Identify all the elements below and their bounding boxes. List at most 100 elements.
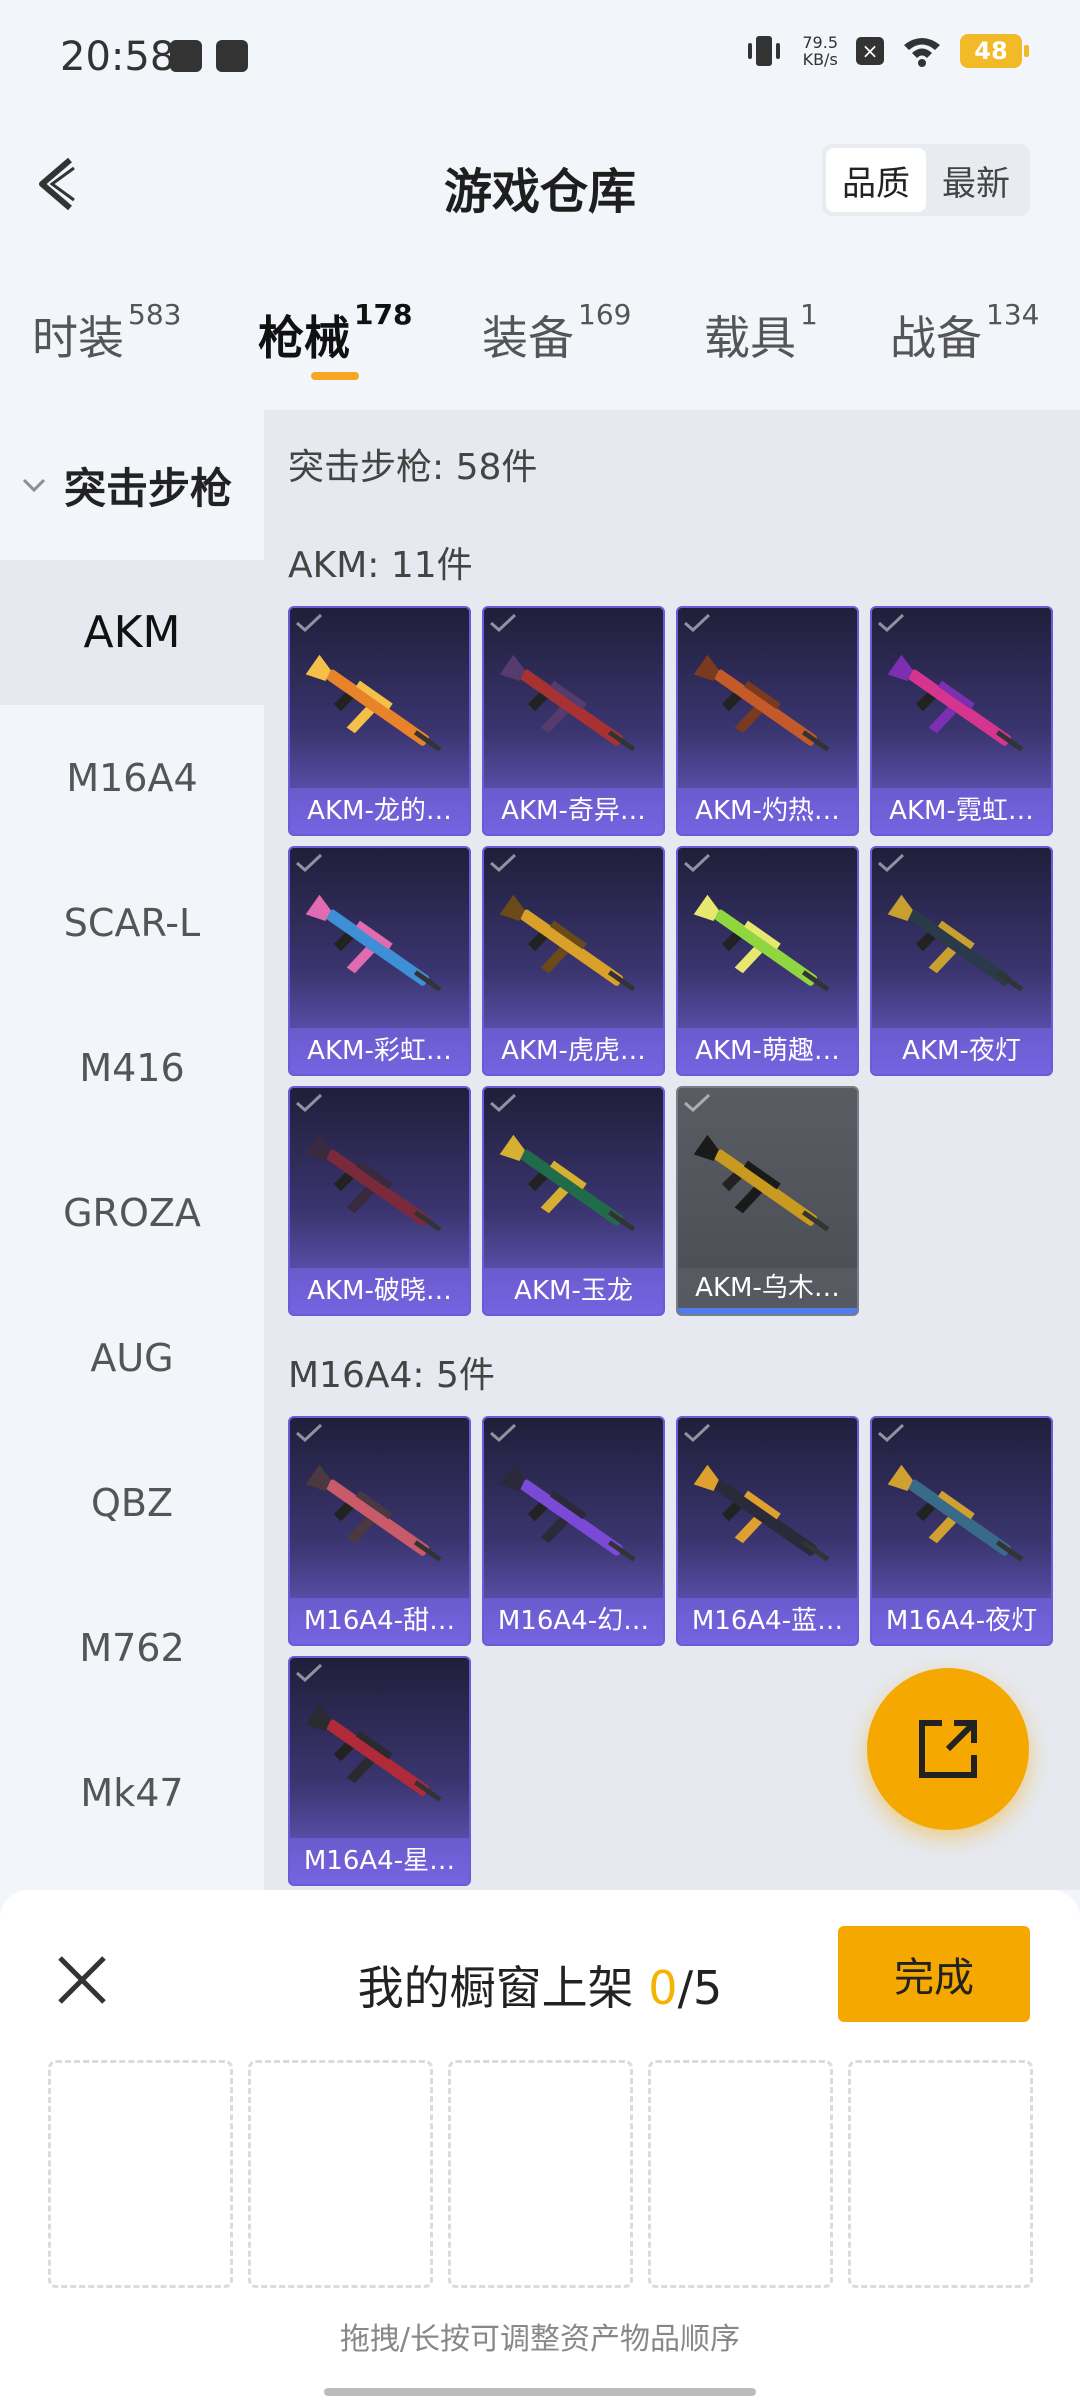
group-title-m16a4: M16A4: 5件: [288, 1355, 495, 1396]
item-label: M16A4-甜…: [290, 1598, 469, 1644]
tab-supplies[interactable]: 战备 134: [890, 298, 1039, 368]
showcase-slot[interactable]: [248, 2060, 433, 2288]
gun-skin-image: [693, 1134, 830, 1232]
check-icon[interactable]: [682, 1422, 712, 1444]
sort-newest-button[interactable]: 最新: [926, 148, 1026, 212]
check-icon[interactable]: [488, 1092, 518, 1114]
header: 游戏仓库 品质 最新: [0, 140, 1080, 220]
item-card[interactable]: AKM-破晓…: [288, 1086, 471, 1316]
sidebar-item-groza[interactable]: GROZA: [0, 1140, 264, 1285]
item-card[interactable]: M16A4-星…: [288, 1656, 471, 1886]
gun-skin-image: [305, 1704, 442, 1802]
sidebar-category[interactable]: 突击步枪: [0, 410, 264, 560]
showcase-slot[interactable]: [448, 2060, 633, 2288]
sidebar-item-mk47[interactable]: Mk47: [0, 1720, 264, 1865]
gun-skin-image: [693, 654, 830, 752]
check-icon[interactable]: [488, 852, 518, 874]
item-card[interactable]: AKM-乌木…: [676, 1086, 859, 1316]
check-icon[interactable]: [876, 612, 906, 634]
check-icon[interactable]: [294, 1422, 324, 1444]
showcase-slot[interactable]: [648, 2060, 833, 2288]
tab-guns[interactable]: 枪械 178: [258, 298, 412, 368]
check-icon[interactable]: [488, 612, 518, 634]
reorder-hint: 拖拽/长按可调整资产物品顺序: [339, 2322, 741, 2357]
item-label: AKM-彩虹…: [290, 1028, 469, 1074]
gun-skin-image: [305, 1134, 442, 1232]
tab-vehicles[interactable]: 载具 1: [704, 298, 818, 368]
check-icon[interactable]: [294, 612, 324, 634]
item-label: M16A4-夜灯: [872, 1598, 1051, 1644]
gun-skin-image: [499, 894, 636, 992]
sidebar-item-m762[interactable]: M762: [0, 1575, 264, 1720]
check-icon[interactable]: [294, 1092, 324, 1114]
check-icon[interactable]: [682, 1092, 712, 1114]
item-card[interactable]: AKM-灼热…: [676, 606, 859, 836]
akm-grid: AKM-龙的… AKM-奇异… AKM-灼热… AKM-霓虹… AKM-彩虹… AKM-虎…: [288, 606, 1053, 1316]
category-count: 突击步枪: 58件: [288, 447, 538, 488]
item-card[interactable]: AKM-夜灯: [870, 846, 1053, 1076]
sidebar-item-m16a4[interactable]: M16A4: [0, 705, 264, 850]
showcase-slot[interactable]: [848, 2060, 1033, 2288]
done-button[interactable]: 完成: [838, 1926, 1030, 2022]
item-card[interactable]: M16A4-蓝…: [676, 1416, 859, 1646]
gun-skin-image: [305, 654, 442, 752]
chevron-down-icon: [22, 478, 46, 493]
item-card[interactable]: AKM-彩虹…: [288, 846, 471, 1076]
showcase-sheet: 我的橱窗上架 0/5 完成 拖拽/长按可调整资产物品顺序: [0, 1890, 1080, 2400]
item-label: AKM-灼热…: [678, 788, 857, 834]
check-icon[interactable]: [876, 1422, 906, 1444]
showcase-count: 0: [648, 1961, 678, 2015]
check-icon[interactable]: [294, 1662, 324, 1684]
item-card[interactable]: AKM-虎虎…: [482, 846, 665, 1076]
tab-gear[interactable]: 装备 169: [482, 298, 631, 368]
item-card[interactable]: AKM-玉龙: [482, 1086, 665, 1316]
sidebar-item-aug[interactable]: AUG: [0, 1285, 264, 1430]
sidebar-item-akm[interactable]: AKM: [0, 560, 264, 705]
gun-skin-image: [499, 1134, 636, 1232]
item-label: M16A4-星…: [290, 1838, 469, 1884]
item-card[interactable]: M16A4-幻…: [482, 1416, 665, 1646]
item-card[interactable]: M16A4-夜灯: [870, 1416, 1053, 1646]
gun-skin-image: [499, 654, 636, 752]
item-card[interactable]: AKM-奇异…: [482, 606, 665, 836]
gun-skin-image: [887, 1464, 1024, 1562]
sidebar-item-scar-l[interactable]: SCAR-L: [0, 850, 264, 995]
notification-icon: [216, 40, 248, 72]
sidebar-item-m416[interactable]: M416: [0, 995, 264, 1140]
item-label: AKM-霓虹…: [872, 788, 1051, 834]
category-tabs: 时装 583 枪械 178 装备 169 载具 1 战备 134: [0, 290, 1080, 390]
gun-skin-image: [305, 894, 442, 992]
item-label: AKM-奇异…: [484, 788, 663, 834]
home-indicator[interactable]: [324, 2388, 756, 2396]
item-label: AKM-龙的…: [290, 788, 469, 834]
item-label: AKM-夜灯: [872, 1028, 1051, 1074]
item-label: AKM-乌木…: [678, 1268, 857, 1314]
status-time: 20:58: [60, 34, 176, 80]
tab-fashion[interactable]: 时装 583: [32, 298, 181, 368]
item-card[interactable]: AKM-龙的…: [288, 606, 471, 836]
sort-quality-button[interactable]: 品质: [826, 148, 926, 212]
check-icon[interactable]: [682, 612, 712, 634]
share-button[interactable]: [867, 1668, 1029, 1830]
gun-skin-image: [693, 1464, 830, 1562]
item-label: AKM-破晓…: [290, 1268, 469, 1314]
sort-toggle: 品质 最新: [822, 144, 1030, 216]
sidebar-item-qbz[interactable]: QBZ: [0, 1430, 264, 1575]
notification-icon: [170, 40, 202, 72]
item-card[interactable]: AKM-萌趣…: [676, 846, 859, 1076]
sidebar: 突击步枪 AKM M16A4 SCAR-L M416 GROZA AUG QBZ…: [0, 410, 264, 1890]
item-card[interactable]: AKM-霓虹…: [870, 606, 1053, 836]
item-card[interactable]: M16A4-甜…: [288, 1416, 471, 1646]
active-tab-indicator: [311, 372, 359, 380]
check-icon[interactable]: [876, 852, 906, 874]
no-sim-icon: ×: [856, 37, 884, 65]
check-icon[interactable]: [294, 852, 324, 874]
check-icon[interactable]: [682, 852, 712, 874]
battery-indicator: 48: [960, 34, 1029, 68]
showcase-slot[interactable]: [48, 2060, 233, 2288]
item-label: M16A4-蓝…: [678, 1598, 857, 1644]
gun-skin-image: [499, 1464, 636, 1562]
wifi-icon: [904, 38, 940, 67]
check-icon[interactable]: [488, 1422, 518, 1444]
gun-skin-image: [693, 894, 830, 992]
